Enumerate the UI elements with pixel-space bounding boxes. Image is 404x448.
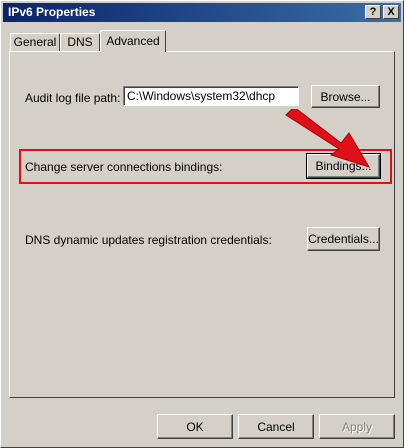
ok-button[interactable]: OK — [157, 414, 233, 439]
dialog-window: IPv6 Properties ? X General DNS Advanced… — [0, 0, 404, 448]
tab-general[interactable]: General — [10, 33, 60, 52]
bindings-label: Change server connections bindings: — [25, 160, 223, 174]
audit-log-path-label: Audit log file path: — [25, 91, 121, 105]
credentials-label: DNS dynamic updates registration credent… — [25, 233, 272, 247]
browse-button[interactable]: Browse... — [311, 85, 380, 108]
red-arrow-icon — [285, 109, 371, 168]
credentials-button[interactable]: Credentials... — [307, 227, 380, 251]
tab-advanced[interactable]: Advanced — [100, 30, 166, 52]
tab-dns[interactable]: DNS — [60, 33, 100, 52]
advanced-tab-panel: Audit log file path: Browse... Change se… — [9, 51, 395, 398]
title-bar[interactable]: IPv6 Properties ? X — [3, 3, 401, 22]
window-title: IPv6 Properties — [8, 5, 96, 19]
cancel-button[interactable]: Cancel — [238, 414, 314, 439]
help-button[interactable]: ? — [365, 5, 381, 19]
apply-button[interactable]: Apply — [319, 414, 395, 439]
close-button[interactable]: X — [383, 5, 399, 19]
audit-log-path-input[interactable] — [123, 86, 299, 106]
